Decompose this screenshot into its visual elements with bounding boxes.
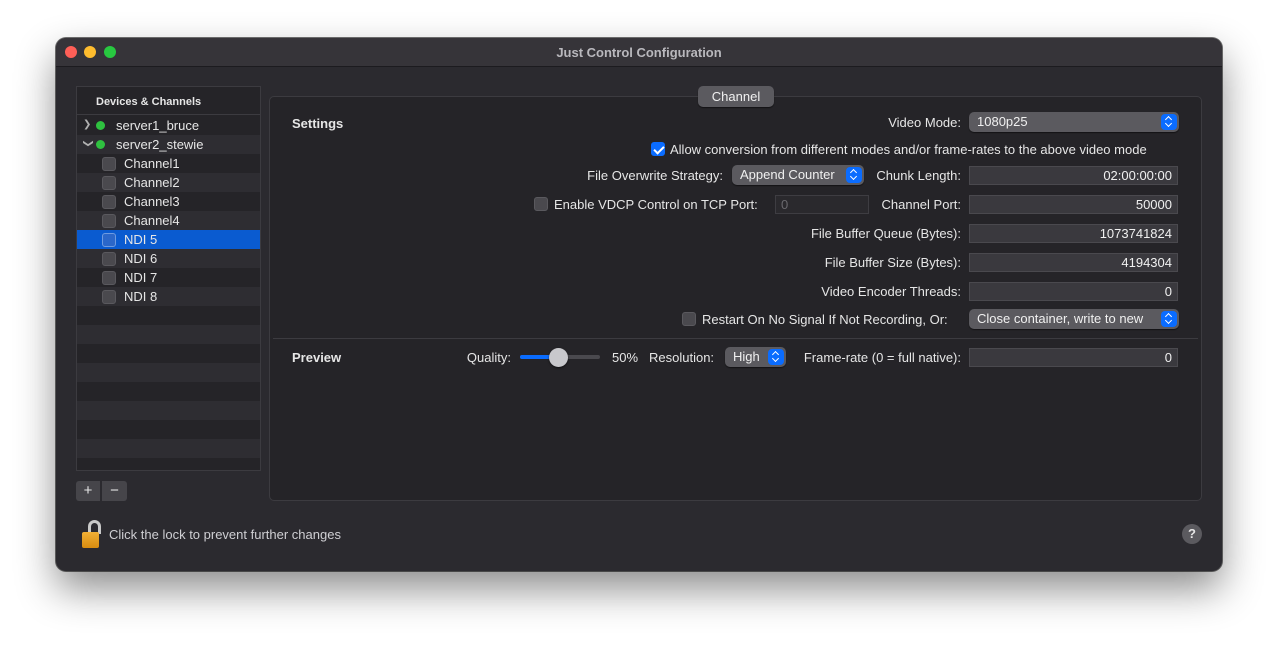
- channel-label: NDI 7: [124, 270, 158, 285]
- status-online-icon: [96, 121, 105, 130]
- empty-row: [77, 439, 260, 458]
- chunk-length-label: Chunk Length:: [876, 168, 961, 183]
- sidebar-item-channel3[interactable]: Channel3: [77, 192, 260, 211]
- server-label: server1_bruce: [116, 118, 200, 133]
- sidebar-item-channel4[interactable]: Channel4: [77, 211, 260, 230]
- channel-checkbox[interactable]: [102, 252, 116, 266]
- empty-row: [77, 420, 260, 439]
- channel-checkbox[interactable]: [102, 290, 116, 304]
- select-arrows-icon: [768, 349, 784, 365]
- empty-row: [77, 306, 260, 325]
- empty-row: [77, 382, 260, 401]
- sidebar-item-ndi8[interactable]: NDI 8: [77, 287, 260, 306]
- sidebar-item-ndi5[interactable]: NDI 5: [77, 230, 260, 249]
- video-mode-label: Video Mode:: [888, 115, 961, 130]
- select-arrows-icon: [1161, 114, 1177, 130]
- encoder-threads-field[interactable]: 0: [969, 282, 1178, 301]
- channel-label: Channel4: [124, 213, 180, 228]
- channel-checkbox[interactable]: [102, 271, 116, 285]
- framerate-label: Frame-rate (0 = full native):: [803, 350, 961, 365]
- app-window: Just Control Configuration Devices & Cha…: [56, 38, 1222, 571]
- devices-channels-header: Devices & Channels: [77, 87, 260, 115]
- vdcp-label: Enable VDCP Control on TCP Port:: [554, 197, 758, 212]
- quality-label: Quality:: [466, 350, 511, 365]
- framerate-field[interactable]: 0: [969, 348, 1178, 367]
- preview-section-title: Preview: [292, 350, 342, 365]
- sidebar-item-ndi7[interactable]: NDI 7: [77, 268, 260, 287]
- channel-label: NDI 5: [124, 232, 158, 247]
- status-online-icon: [96, 140, 105, 149]
- overwrite-strategy-value: Append Counter: [740, 167, 835, 182]
- chevron-down-icon[interactable]: ❯: [83, 139, 94, 147]
- sidebar-item-server2[interactable]: ❯ server2_stewie: [77, 135, 260, 154]
- help-button[interactable]: ?: [1182, 524, 1202, 544]
- title-bar: Just Control Configuration: [56, 38, 1222, 67]
- resolution-label: Resolution:: [649, 350, 715, 365]
- sidebar-item-server1[interactable]: ❯ server1_bruce: [77, 116, 260, 135]
- channel-label: Channel1: [124, 156, 180, 171]
- unlocked-lock-icon[interactable]: [81, 519, 103, 549]
- restart-action-value: Close container, write to new: [977, 311, 1144, 326]
- buffer-queue-field[interactable]: 1073741824: [969, 224, 1178, 243]
- select-arrows-icon: [846, 167, 862, 183]
- restart-label: Restart On No Signal If Not Recording, O…: [702, 312, 948, 327]
- channel-port-field[interactable]: 50000: [969, 195, 1178, 214]
- channel-label: Channel3: [124, 194, 180, 209]
- vdcp-checkbox[interactable]: [534, 197, 548, 211]
- devices-channels-list[interactable]: Devices & Channels ❯ server1_bruce ❯ ser…: [76, 86, 261, 471]
- channel-checkbox[interactable]: [102, 214, 116, 228]
- sidebar-item-channel1[interactable]: Channel1: [77, 154, 260, 173]
- tab-channel[interactable]: Channel: [698, 86, 774, 107]
- buffer-queue-label: File Buffer Queue (Bytes):: [810, 226, 961, 241]
- add-device-button[interactable]: +: [76, 481, 101, 501]
- resolution-select[interactable]: High: [725, 347, 786, 367]
- channel-label: Channel2: [124, 175, 180, 190]
- empty-row: [77, 325, 260, 344]
- video-mode-select[interactable]: 1080p25: [969, 112, 1179, 132]
- chunk-length-field[interactable]: 02:00:00:00: [969, 166, 1178, 185]
- select-arrows-icon: [1161, 311, 1177, 327]
- video-mode-value: 1080p25: [977, 114, 1028, 129]
- allow-conversion-label: Allow conversion from different modes an…: [670, 142, 1147, 157]
- empty-row: [77, 401, 260, 420]
- buffer-size-label: File Buffer Size (Bytes):: [824, 255, 961, 270]
- channel-label: NDI 6: [124, 251, 158, 266]
- restart-checkbox[interactable]: [682, 312, 696, 326]
- channel-checkbox[interactable]: [102, 176, 116, 190]
- channel-checkbox[interactable]: [102, 233, 116, 247]
- sidebar-item-ndi6[interactable]: NDI 6: [77, 249, 260, 268]
- channel-checkbox[interactable]: [102, 195, 116, 209]
- buffer-size-field[interactable]: 4194304: [969, 253, 1178, 272]
- remove-device-button[interactable]: −: [102, 481, 127, 501]
- empty-row: [77, 363, 260, 382]
- overwrite-strategy-select[interactable]: Append Counter: [732, 165, 864, 185]
- channel-label: NDI 8: [124, 289, 158, 304]
- quality-slider-knob[interactable]: [548, 348, 568, 367]
- resolution-value: High: [733, 349, 760, 364]
- settings-section-title: Settings: [292, 116, 344, 131]
- section-divider: [273, 338, 1198, 339]
- server-label: server2_stewie: [116, 137, 204, 152]
- sidebar-item-channel2[interactable]: Channel2: [77, 173, 260, 192]
- channel-checkbox[interactable]: [102, 157, 116, 171]
- overwrite-strategy-label: File Overwrite Strategy:: [587, 168, 723, 183]
- lock-hint-text: Click the lock to prevent further change…: [109, 527, 341, 542]
- chevron-right-icon[interactable]: ❯: [83, 119, 91, 130]
- channel-port-label: Channel Port:: [881, 197, 962, 212]
- restart-action-select[interactable]: Close container, write to new: [969, 309, 1179, 329]
- window-title: Just Control Configuration: [556, 45, 722, 60]
- allow-conversion-checkbox[interactable]: [651, 142, 665, 156]
- vdcp-port-field[interactable]: 0: [775, 195, 869, 214]
- encoder-threads-label: Video Encoder Threads:: [821, 284, 961, 299]
- quality-value: 50%: [612, 350, 639, 365]
- empty-row: [77, 344, 260, 363]
